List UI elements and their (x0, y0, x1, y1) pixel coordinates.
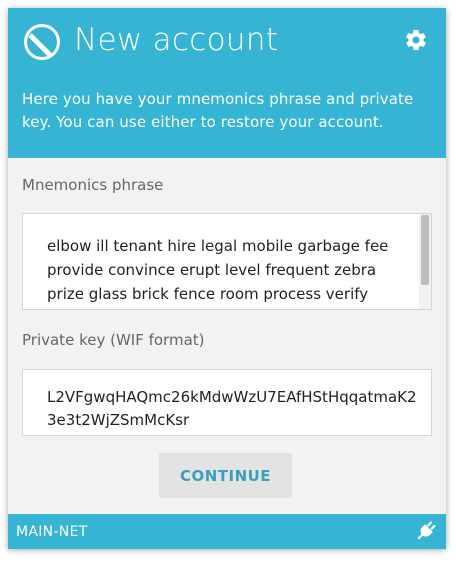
scrollbar-thumb[interactable] (421, 215, 429, 285)
mnemonic-label: Mnemonics phrase (22, 176, 164, 194)
ontology-logo-icon (24, 24, 60, 60)
mnemonic-scrollbar[interactable] (419, 214, 431, 309)
gear-icon[interactable] (404, 28, 428, 52)
plug-icon[interactable] (414, 519, 438, 543)
mnemonic-field[interactable]: elbow ill tenant hire legal mobile garba… (22, 213, 432, 310)
header-description: Here you have your mnemonics phrase and … (22, 90, 414, 131)
page-title: New account (74, 22, 279, 58)
private-key-text[interactable]: L2VFgwqHAQmc26kMdwWzU7EAfHStHqqatmaK23e3… (47, 386, 417, 432)
footer: MAIN-NET (8, 514, 446, 549)
network-label: MAIN-NET (16, 524, 88, 540)
private-key-label: Private key (WIF format) (22, 331, 205, 349)
continue-button[interactable]: CONTINUE (159, 453, 292, 498)
header: New account Here you have your mnemonics… (8, 8, 446, 158)
mnemonic-text[interactable]: elbow ill tenant hire legal mobile garba… (47, 234, 417, 306)
private-key-field[interactable]: L2VFgwqHAQmc26kMdwWzU7EAfHStHqqatmaK23e3… (22, 369, 432, 436)
app-window: New account Here you have your mnemonics… (8, 8, 446, 549)
